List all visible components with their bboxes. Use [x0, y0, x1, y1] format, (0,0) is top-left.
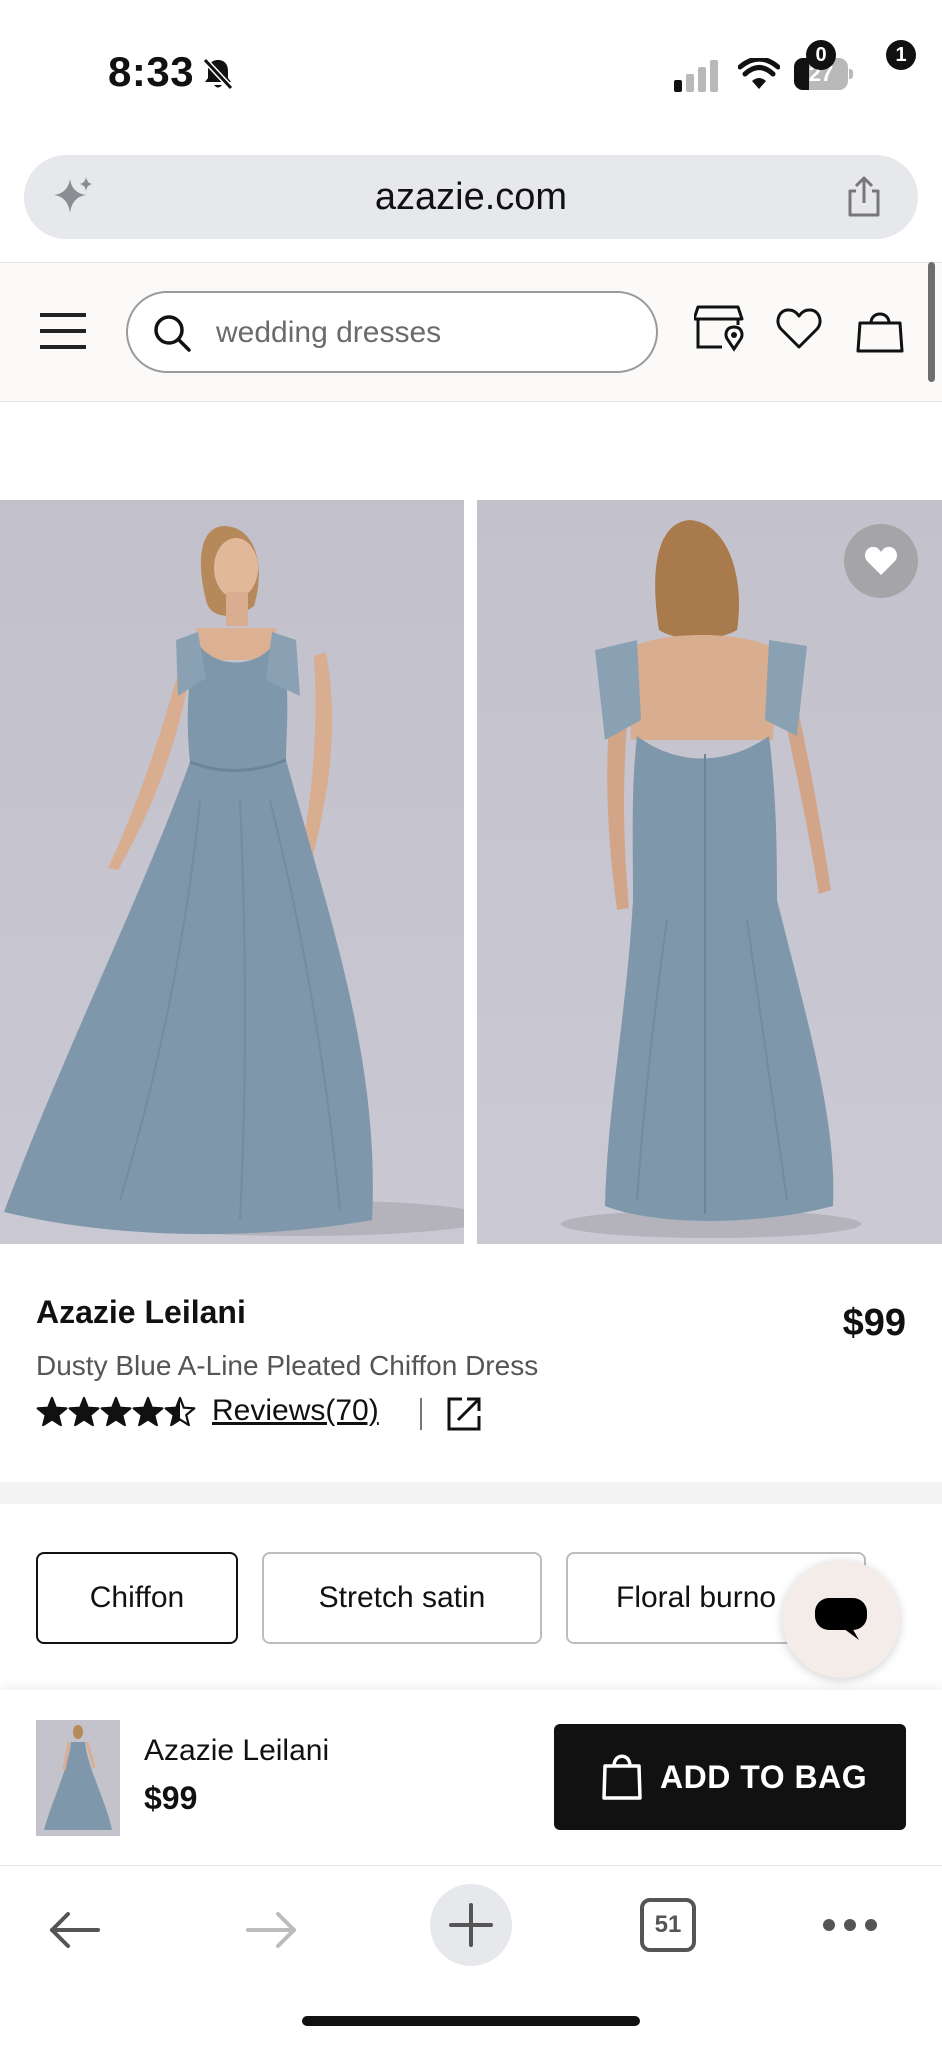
menu-icon[interactable]	[40, 313, 86, 349]
star-icon	[36, 1396, 68, 1427]
external-link-icon[interactable]	[446, 1396, 482, 1432]
heart-icon	[864, 546, 898, 575]
chat-button[interactable]	[782, 1560, 900, 1678]
fabric-option-chiffon[interactable]: Chiffon	[36, 1552, 238, 1644]
star-icon	[132, 1396, 164, 1427]
search-input[interactable]: wedding dresses	[126, 291, 658, 373]
reviews-link[interactable]: Reviews(70)	[212, 1394, 379, 1428]
share-icon[interactable]	[842, 175, 886, 219]
search-icon	[154, 315, 191, 352]
product-gallery[interactable]	[0, 500, 942, 1244]
status-time: 8:33	[108, 48, 195, 95]
back-arrow-icon[interactable]	[48, 1910, 100, 1950]
star-icon	[164, 1396, 196, 1427]
new-tab-button[interactable]	[430, 1884, 512, 1966]
product-image-back[interactable]	[477, 500, 942, 1244]
tab-switcher-button[interactable]: 51	[640, 1898, 696, 1952]
wishlist-count-badge: 0	[806, 40, 836, 70]
fabric-option-stretch-satin[interactable]: Stretch satin	[262, 1552, 542, 1644]
chat-icon	[815, 1598, 867, 1640]
store-locator-icon[interactable]	[694, 303, 748, 353]
more-options-icon[interactable]	[822, 1918, 878, 1932]
section-separator	[0, 1482, 942, 1504]
address-bar[interactable]: azazie.com	[24, 155, 918, 239]
star-icon	[100, 1396, 132, 1427]
product-price: $99	[842, 1302, 906, 1344]
home-indicator[interactable]	[302, 2016, 640, 2026]
url-text[interactable]: azazie.com	[24, 155, 918, 239]
shopping-bag-icon[interactable]	[856, 307, 904, 353]
shopping-bag-icon	[602, 1754, 642, 1800]
scrollbar[interactable]	[928, 262, 935, 382]
star-icon	[68, 1396, 100, 1427]
add-to-bag-label: ADD TO BAG	[660, 1759, 868, 1795]
forward-arrow-icon[interactable]	[246, 1910, 298, 1950]
sticky-add-to-bag-bar: Azazie Leilani $99 ADD TO BAG	[0, 1690, 942, 1866]
add-to-wishlist-button[interactable]	[844, 524, 918, 598]
bell-slash-icon	[202, 57, 234, 91]
wifi-icon	[738, 58, 780, 89]
star-rating	[36, 1396, 196, 1427]
bag-count-badge: 1	[886, 40, 916, 70]
sticky-product-price: $99	[144, 1780, 198, 1816]
add-to-bag-button[interactable]: ADD TO BAG	[554, 1724, 906, 1830]
sticky-product-name: Azazie Leilani	[144, 1734, 330, 1767]
signal-icon	[674, 60, 718, 92]
product-description: Dusty Blue A-Line Pleated Chiffon Dress	[36, 1350, 539, 1381]
status-bar: 8:33 27	[0, 0, 942, 150]
product-name: Azazie Leilani	[36, 1294, 246, 1330]
product-image-front[interactable]	[0, 500, 464, 1244]
heart-icon[interactable]	[776, 307, 822, 349]
search-placeholder: wedding dresses	[216, 316, 442, 349]
product-thumbnail	[36, 1720, 120, 1836]
plus-icon	[449, 1903, 493, 1947]
site-header: wedding dresses	[0, 262, 942, 402]
divider	[420, 1398, 422, 1430]
